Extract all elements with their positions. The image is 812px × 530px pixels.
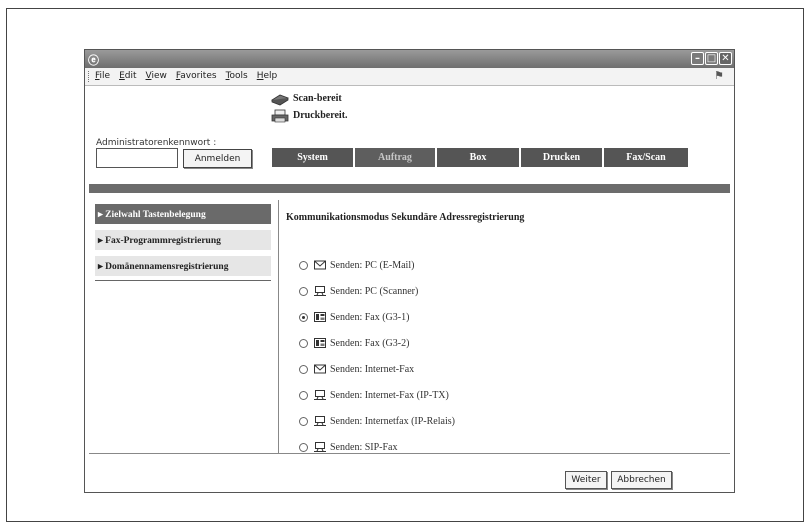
content-divider xyxy=(278,200,279,453)
admin-password-label: Administratorenkennwort : xyxy=(96,138,217,148)
radio-button[interactable] xyxy=(299,442,308,452)
pc-icon xyxy=(314,442,326,452)
radio-button[interactable] xyxy=(299,416,308,426)
radio-button[interactable] xyxy=(299,390,308,400)
email-icon xyxy=(314,260,326,270)
option-internet-fax-ip-tx[interactable]: Senden: Internet-Fax (IP-TX) xyxy=(299,388,449,402)
option-label: Senden: SIP-Fax xyxy=(330,441,398,453)
menu-tools[interactable]: Tools xyxy=(226,71,248,81)
option-pc-email[interactable]: Senden: PC (E-Mail) xyxy=(299,258,414,272)
maximize-icon[interactable]: □ xyxy=(705,52,718,65)
menu-favorites[interactable]: Favorites xyxy=(176,71,217,81)
fax-icon xyxy=(314,338,326,348)
print-status: Druckbereit. xyxy=(293,110,348,121)
close-icon[interactable]: ✕ xyxy=(719,52,732,65)
sidebar: ▸ Zielwahl Tastenbelegung ▸ Fax-Programm… xyxy=(95,204,271,281)
radio-button-checked[interactable] xyxy=(299,312,308,322)
option-label: Senden: Internet-Fax (IP-TX) xyxy=(330,389,449,401)
cancel-button[interactable]: Abbrechen xyxy=(611,471,672,489)
option-label: Senden: Internetfax (IP-Relais) xyxy=(330,415,455,427)
option-label: Senden: Fax (G3-1) xyxy=(330,311,410,323)
email-icon xyxy=(314,364,326,374)
tab-box[interactable]: Box xyxy=(437,148,519,167)
menu-view[interactable]: View xyxy=(146,71,167,81)
menu-file[interactable]: File xyxy=(95,71,110,81)
radio-button[interactable] xyxy=(299,364,308,374)
option-fax-g3-2[interactable]: Senden: Fax (G3-2) xyxy=(299,336,409,350)
tab-system[interactable]: System xyxy=(272,148,353,167)
windows-logo-icon: ⚑ xyxy=(714,69,724,82)
next-button[interactable]: Weiter xyxy=(565,471,607,489)
browser-window: ⓔ – □ ✕ File Edit View Favorites Tools H… xyxy=(84,49,735,493)
header-separator xyxy=(89,184,730,193)
minimize-icon[interactable]: – xyxy=(691,52,704,65)
option-label: Senden: PC (Scanner) xyxy=(330,285,419,297)
tab-auftrag[interactable]: Auftrag xyxy=(355,148,435,167)
main-content: Kommunikationsmodus Sekundäre Adressregi… xyxy=(286,212,524,223)
footer-divider xyxy=(89,453,730,454)
radio-button[interactable] xyxy=(299,338,308,348)
device-status: Scan-bereit Druckbereit. xyxy=(271,90,348,124)
pc-icon xyxy=(314,390,326,400)
admin-password-input[interactable] xyxy=(96,148,178,168)
app-icon: ⓔ xyxy=(88,54,99,67)
scanner-icon xyxy=(271,94,289,105)
menu-bar: File Edit View Favorites Tools Help ⚑ xyxy=(85,68,734,86)
pc-icon xyxy=(314,416,326,426)
fax-icon xyxy=(314,312,326,322)
radio-button[interactable] xyxy=(299,260,308,270)
menu-edit[interactable]: Edit xyxy=(119,71,136,81)
option-pc-scanner[interactable]: Senden: PC (Scanner) xyxy=(299,284,418,298)
toolbar-grip xyxy=(88,71,91,82)
menu-help[interactable]: Help xyxy=(257,71,278,81)
main-tabs: System Auftrag Box Drucken Fax/Scan xyxy=(272,148,688,167)
sidebar-item-fax-programm[interactable]: ▸ Fax-Programmregistrierung xyxy=(95,230,271,250)
option-fax-g3-1[interactable]: Senden: Fax (G3-1) xyxy=(299,310,409,324)
option-label: Senden: Internet-Fax xyxy=(330,363,415,375)
tab-fax-scan[interactable]: Fax/Scan xyxy=(604,148,688,167)
printer-icon xyxy=(271,109,289,122)
option-label: Senden: Fax (G3-2) xyxy=(330,337,410,349)
tab-drucken[interactable]: Drucken xyxy=(521,148,602,167)
login-button[interactable]: Anmelden xyxy=(183,149,252,168)
radio-button[interactable] xyxy=(299,286,308,296)
sidebar-item-domaene[interactable]: ▸ Domänennamensregistrierung xyxy=(95,256,271,276)
pc-icon xyxy=(314,286,326,296)
scan-status: Scan-bereit xyxy=(293,93,342,104)
option-label: Senden: PC (E-Mail) xyxy=(330,259,415,271)
option-internetfax-ip-relais[interactable]: Senden: Internetfax (IP-Relais) xyxy=(299,414,455,428)
sidebar-item-zielwahl[interactable]: ▸ Zielwahl Tastenbelegung xyxy=(95,204,271,224)
option-sip-fax[interactable]: Senden: SIP-Fax xyxy=(299,440,398,454)
title-bar[interactable]: ⓔ – □ ✕ xyxy=(85,50,734,68)
page-title: Kommunikationsmodus Sekundäre Adressregi… xyxy=(286,212,525,223)
option-internet-fax[interactable]: Senden: Internet-Fax xyxy=(299,362,414,376)
sidebar-divider xyxy=(95,280,271,281)
